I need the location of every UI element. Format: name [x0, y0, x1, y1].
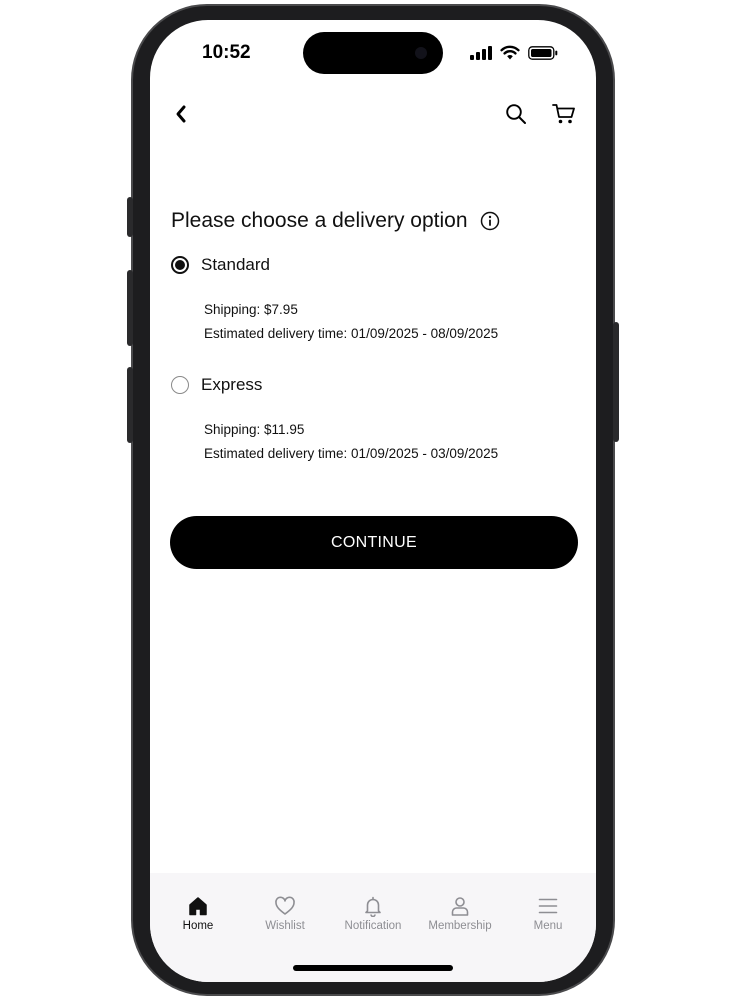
tab-label-membership: Membership	[428, 920, 492, 932]
status-icons	[470, 45, 558, 60]
search-icon	[506, 104, 526, 124]
heart-icon	[275, 896, 295, 915]
info-button[interactable]	[480, 211, 500, 231]
radio-express[interactable]	[171, 376, 189, 394]
cart-icon	[552, 104, 575, 124]
info-icon	[480, 211, 499, 231]
hamburger-menu-icon	[538, 898, 558, 914]
tab-wishlist[interactable]: Wishlist	[241, 895, 329, 932]
volume-down-button	[127, 367, 133, 443]
tab-label-wishlist: Wishlist	[265, 920, 305, 932]
option-label-standard: Standard	[201, 255, 270, 274]
option-label-express: Express	[201, 375, 263, 394]
back-button[interactable]	[168, 100, 194, 128]
tab-label-notification: Notification	[344, 920, 402, 932]
chevron-left-icon	[176, 105, 186, 123]
delivery-estimate-express: Estimated delivery time: 01/09/2025 - 03…	[204, 446, 499, 461]
delivery-heading: Please choose a delivery option	[171, 209, 500, 233]
delivery-option-standard[interactable]: Standard	[171, 255, 270, 275]
radio-selected-dot	[175, 260, 185, 270]
home-icon	[189, 897, 207, 916]
cart-button[interactable]	[549, 100, 579, 128]
phone-screen: 10:52 Please choose a delivery option St…	[150, 20, 596, 982]
tab-label-menu: Menu	[533, 920, 563, 932]
page-title: Please choose a delivery option	[171, 209, 468, 232]
volume-up-button	[127, 270, 133, 346]
camera-icon	[415, 47, 427, 59]
power-button	[613, 322, 619, 442]
cellular-signal-icon	[470, 45, 492, 60]
person-icon	[451, 897, 469, 916]
continue-button[interactable]: CONTINUE	[170, 516, 578, 569]
shipping-price-express: Shipping: $11.95	[204, 422, 305, 437]
tab-menu[interactable]: Menu	[504, 895, 592, 932]
dynamic-island	[303, 32, 443, 74]
action-button	[127, 197, 133, 237]
tab-notification[interactable]: Notification	[329, 895, 417, 932]
radio-standard[interactable]	[171, 256, 189, 274]
delivery-estimate-standard: Estimated delivery time: 01/09/2025 - 08…	[204, 326, 499, 341]
bell-icon	[365, 896, 381, 917]
battery-icon	[528, 45, 558, 60]
tab-label-home: Home	[182, 920, 214, 932]
tab-membership[interactable]: Membership	[416, 895, 504, 932]
search-button[interactable]	[502, 100, 530, 128]
tab-home[interactable]: Home	[154, 895, 242, 932]
delivery-option-express[interactable]: Express	[171, 375, 262, 395]
home-indicator	[293, 965, 453, 971]
shipping-price-standard: Shipping: $7.95	[204, 302, 298, 317]
wifi-icon	[500, 45, 520, 60]
status-time: 10:52	[202, 42, 251, 63]
